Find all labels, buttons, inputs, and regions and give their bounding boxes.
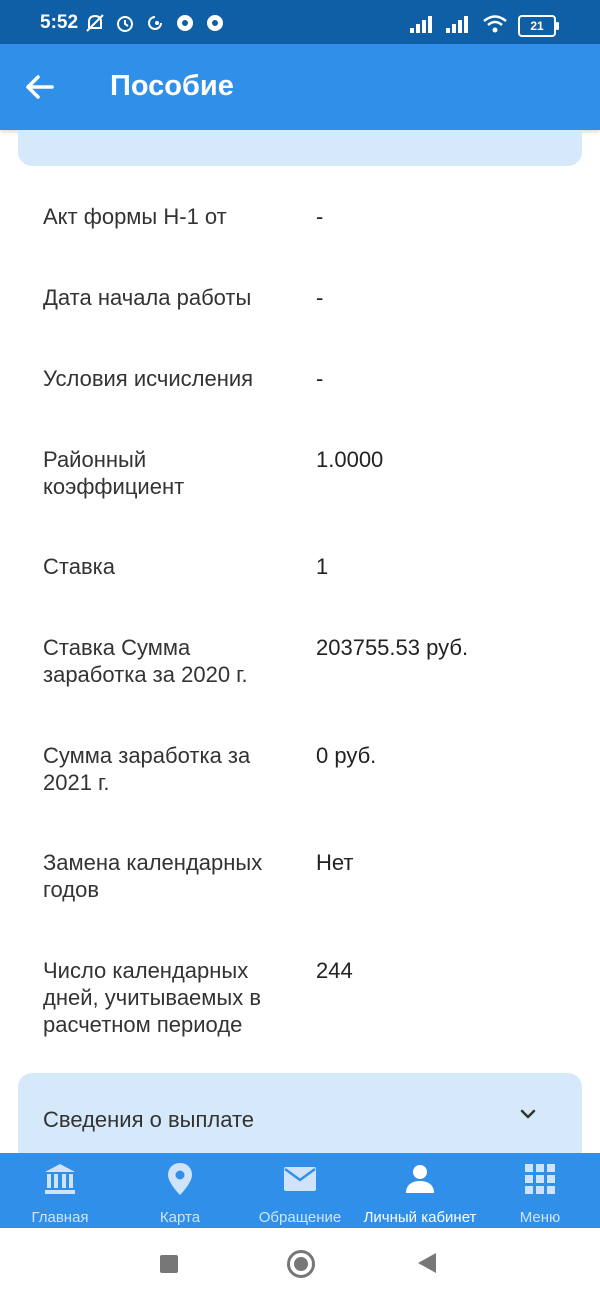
wifi-icon (483, 15, 507, 33)
nav-account[interactable]: Личный кабинет (360, 1153, 480, 1228)
sync-icon (148, 16, 162, 30)
detail-value: - (316, 366, 324, 391)
nav-appeal[interactable]: Обращение (240, 1153, 360, 1228)
nav-label: Обращение (258, 1209, 342, 1226)
app-bar: Пособие (0, 44, 600, 130)
chrome-icon (177, 15, 193, 31)
nav-map[interactable]: Карта (120, 1153, 240, 1228)
nav-home[interactable]: Главная (0, 1153, 120, 1228)
detail-label: Дата начала работы (43, 285, 252, 310)
detail-label: Ставка (43, 554, 115, 579)
status-time: 5:52 (40, 12, 79, 33)
home-icon[interactable] (287, 1250, 315, 1278)
mail-icon (284, 1167, 316, 1191)
status-bar: 5:52 21 (0, 0, 600, 44)
benefit-summary-card (18, 130, 582, 166)
system-back-icon[interactable] (418, 1253, 436, 1273)
dnd-off-icon (86, 14, 104, 32)
battery-icon: 21 (518, 15, 559, 37)
nav-menu[interactable]: Меню (480, 1153, 600, 1228)
detail-value: - (316, 204, 324, 229)
payment-info-section[interactable]: Сведения о выплате (18, 1073, 582, 1157)
detail-label: Условия исчисления (43, 366, 254, 391)
detail-label: Число календарных дней, учитываемых в ра… (43, 958, 262, 1037)
nav-label: Главная (31, 1209, 89, 1226)
page-title: Пособие (110, 70, 234, 102)
signal-icon (410, 16, 432, 33)
grid-icon (525, 1164, 555, 1194)
system-navigation-bar (0, 1228, 600, 1299)
detail-label: Районный коэффициент (43, 447, 185, 499)
nav-label: Меню (519, 1209, 561, 1226)
bank-icon (45, 1164, 75, 1194)
detail-label: Ставка Сумма заработка за 2020 г. (43, 635, 248, 687)
status-system-icons (410, 14, 508, 34)
detail-value: 244 (316, 958, 353, 983)
nav-label: Карта (159, 1209, 201, 1226)
detail-value: - (316, 285, 324, 310)
detail-value: Нет (316, 850, 354, 875)
detail-value: 203755.53 руб. (316, 635, 469, 660)
signal-icon-2 (446, 16, 468, 33)
bottom-navigation: Главная Карта Обращение Личный кабинет М… (0, 1153, 600, 1228)
detail-value: 1 (316, 554, 329, 579)
chevron-down-icon (520, 1109, 536, 1119)
detail-value: 0 руб. (316, 743, 377, 768)
detail-label: Сумма заработка за 2021 г. (43, 743, 251, 795)
nav-label: Личный кабинет (363, 1209, 477, 1226)
detail-label: Замена календарных годов (43, 850, 263, 902)
status-notification-icons (84, 12, 226, 34)
detail-label: Акт формы Н-1 от (43, 204, 227, 229)
recents-icon[interactable] (160, 1255, 178, 1273)
person-icon (406, 1165, 434, 1193)
back-arrow-icon[interactable] (22, 70, 56, 104)
map-pin-icon (168, 1163, 192, 1195)
payment-info-label: Сведения о выплате (43, 1107, 255, 1132)
chrome-icon-2 (207, 15, 223, 31)
detail-value: 1.0000 (316, 447, 384, 472)
alarm-icon (117, 16, 133, 32)
